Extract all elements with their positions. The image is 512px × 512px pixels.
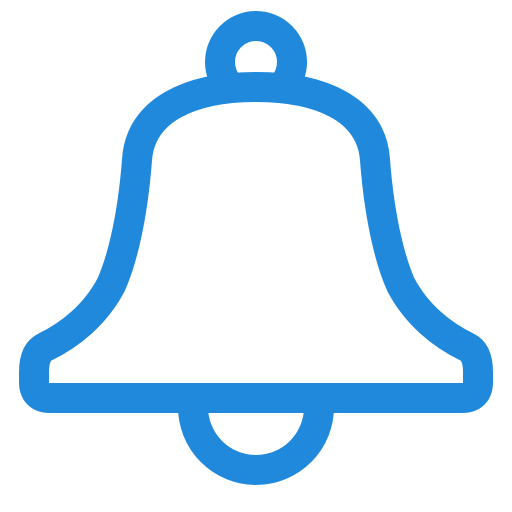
- bell-icon: [19, 11, 493, 485]
- bell-clapper: [178, 406, 334, 485]
- bell-icon-canvas: [0, 0, 512, 512]
- bell-body: [19, 72, 493, 413]
